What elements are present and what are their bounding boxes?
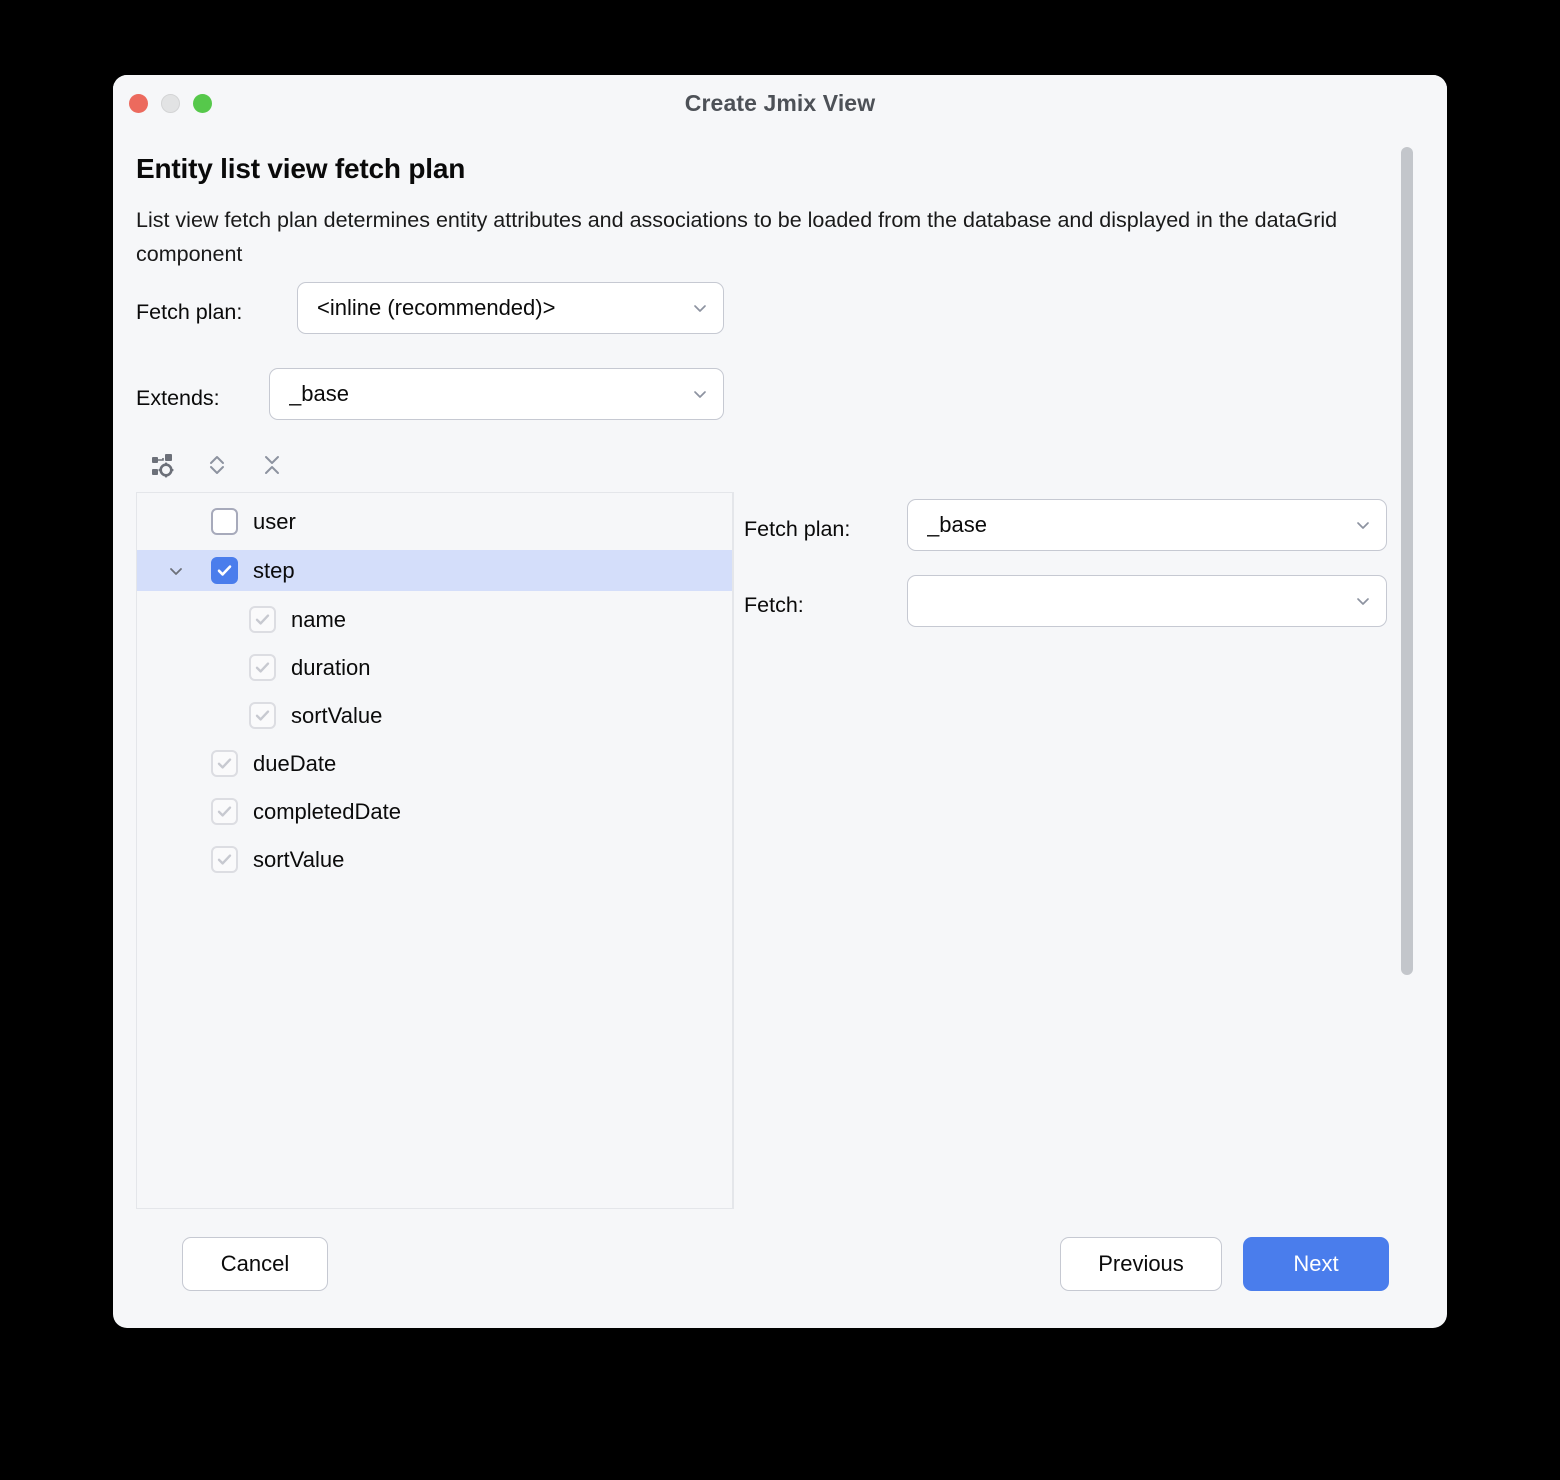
tree-node-label: name: [291, 606, 347, 632]
tree-row[interactable]: sortValue: [137, 839, 734, 880]
extends-select[interactable]: _base: [269, 368, 724, 420]
chevron-down-icon: [1352, 590, 1374, 612]
window-title: Create Jmix View: [684, 90, 876, 116]
chevron-down-icon: [1352, 514, 1374, 536]
minimize-window-button[interactable]: [161, 94, 180, 113]
panel-divider: [732, 492, 734, 1209]
node-checkbox-step[interactable]: [211, 557, 238, 584]
fetch-plan-select[interactable]: <inline (recommended)>: [297, 282, 724, 334]
tree-row[interactable]: duration: [137, 647, 734, 688]
tree-toolbar: [145, 446, 289, 484]
detail-fetch-plan-value: _base: [927, 512, 987, 537]
tree-node-label: sortValue: [291, 702, 383, 728]
tree-node-label: dueDate: [253, 750, 337, 776]
attribute-tree[interactable]: user step name duration sortValue dueDat…: [136, 492, 734, 1209]
tree-row[interactable]: name: [137, 599, 734, 640]
create-jmix-view-dialog: Create Jmix View Entity list view fetch …: [113, 75, 1447, 1328]
tree-row[interactable]: step: [137, 550, 734, 591]
chevron-down-icon[interactable]: [165, 560, 187, 582]
node-checkbox-sortvalue: [211, 846, 238, 873]
tree-node-label: duration: [291, 654, 371, 680]
tree-node-label: completedDate: [253, 798, 401, 824]
node-checkbox-completeddate: [211, 798, 238, 825]
tree-node-label: step: [253, 557, 295, 583]
fetch-plan-label: Fetch plan:: [136, 300, 243, 324]
node-checkbox-name: [249, 606, 276, 633]
detail-fetch-plan-label: Fetch plan:: [744, 517, 851, 541]
tree-node-label: sortValue: [253, 846, 345, 872]
maximize-window-button[interactable]: [193, 94, 212, 113]
detail-fetch-select[interactable]: [907, 575, 1387, 627]
collapse-all-icon[interactable]: [255, 448, 289, 482]
tree-row[interactable]: dueDate: [137, 743, 734, 784]
detail-fetch-plan-select[interactable]: _base: [907, 499, 1387, 551]
node-checkbox-duedate: [211, 750, 238, 777]
chevron-down-icon: [689, 297, 711, 319]
next-button[interactable]: Next: [1243, 1237, 1389, 1291]
page-description: List view fetch plan determines entity a…: [136, 208, 1338, 266]
fetch-plan-value: <inline (recommended)>: [317, 295, 556, 320]
configure-structure-icon[interactable]: [145, 448, 179, 482]
title-bar[interactable]: Create Jmix View: [113, 75, 1447, 132]
detail-fetch-label: Fetch:: [744, 593, 804, 617]
vertical-scrollbar[interactable]: [1401, 147, 1413, 1057]
node-checkbox-duration: [249, 654, 276, 681]
node-checkbox-user[interactable]: [211, 508, 238, 535]
extends-label: Extends:: [136, 386, 220, 410]
cancel-button[interactable]: Cancel: [182, 1237, 328, 1291]
tree-node-label: user: [253, 508, 296, 534]
extends-value: _base: [289, 381, 349, 406]
tree-row[interactable]: sortValue: [137, 695, 734, 736]
close-window-button[interactable]: [129, 94, 148, 113]
chevron-down-icon: [689, 383, 711, 405]
window-controls: [129, 94, 212, 113]
node-checkbox-sortvalue-child: [249, 702, 276, 729]
tree-row[interactable]: completedDate: [137, 791, 734, 832]
tree-row[interactable]: user: [137, 501, 734, 542]
page-title: Entity list view fetch plan: [136, 153, 466, 184]
expand-all-icon[interactable]: [200, 448, 234, 482]
vertical-scrollbar-thumb[interactable]: [1401, 147, 1413, 975]
previous-button[interactable]: Previous: [1060, 1237, 1222, 1291]
